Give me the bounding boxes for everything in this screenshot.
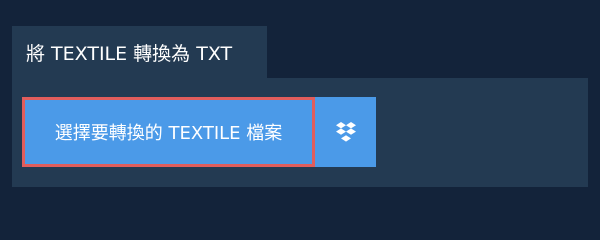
converter-tab: 將 TEXTILE 轉換為 TXT bbox=[12, 26, 267, 78]
choose-file-button[interactable]: 選擇要轉換的 TEXTILE 檔案 bbox=[22, 97, 315, 167]
dropbox-icon bbox=[335, 122, 357, 142]
dropbox-button[interactable] bbox=[315, 97, 376, 167]
choose-file-label: 選擇要轉換的 TEXTILE 檔案 bbox=[54, 123, 283, 144]
page-title: 將 TEXTILE 轉換為 TXT bbox=[26, 42, 233, 65]
